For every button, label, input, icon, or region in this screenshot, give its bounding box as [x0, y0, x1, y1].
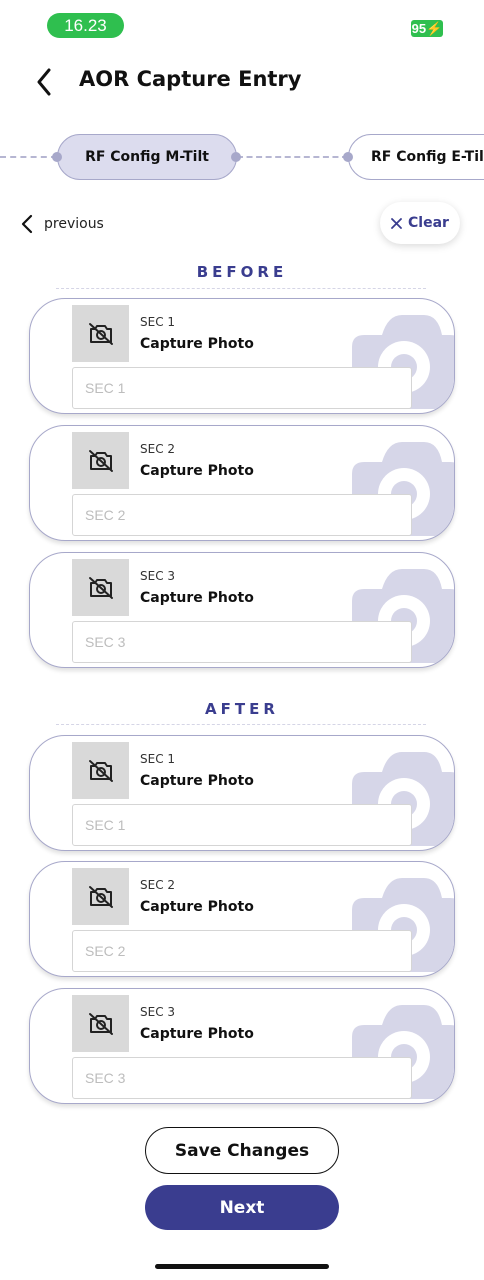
photo-thumbnail[interactable] — [72, 742, 129, 799]
capture-photo-label[interactable]: Capture Photo — [140, 336, 254, 352]
sector-input[interactable] — [72, 621, 412, 663]
sector-label: SEC 1 — [140, 752, 176, 766]
sector-label: SEC 2 — [140, 878, 176, 892]
sector-label: SEC 2 — [140, 442, 176, 456]
back-button[interactable] — [30, 66, 58, 98]
sector-input[interactable] — [72, 1057, 412, 1099]
step-dot — [52, 152, 62, 162]
status-time: 16.23 — [47, 13, 124, 38]
capture-photo-label[interactable]: Capture Photo — [140, 773, 254, 789]
photo-thumbnail[interactable] — [72, 305, 129, 362]
photo-card: SEC 2 Capture Photo — [29, 861, 455, 977]
battery-indicator: 95⚡ — [411, 20, 443, 37]
step-next[interactable]: RF Config E-Tilt — [348, 134, 484, 180]
next-button[interactable]: Next — [145, 1185, 339, 1230]
no-photo-icon — [88, 322, 113, 345]
chevron-left-icon — [21, 214, 33, 234]
photo-card: SEC 1 Capture Photo — [29, 298, 455, 414]
sector-label: SEC 1 — [140, 315, 176, 329]
stepper-connector — [237, 156, 348, 158]
close-icon — [391, 217, 402, 229]
sector-input[interactable] — [72, 804, 412, 846]
section-title-after: AFTER — [205, 700, 279, 718]
photo-card: SEC 2 Capture Photo — [29, 425, 455, 541]
no-photo-icon — [88, 1012, 113, 1035]
capture-photo-label[interactable]: Capture Photo — [140, 590, 254, 606]
section-divider — [56, 288, 426, 289]
stepper-connector — [0, 156, 57, 158]
home-indicator — [155, 1264, 329, 1269]
previous-label: previous — [44, 216, 104, 232]
photo-card: SEC 1 Capture Photo — [29, 735, 455, 851]
step-dot — [343, 152, 353, 162]
photo-card: SEC 3 Capture Photo — [29, 552, 455, 668]
step-dot — [231, 152, 241, 162]
chevron-left-icon — [37, 68, 51, 96]
no-photo-icon — [88, 885, 113, 908]
sector-label: SEC 3 — [140, 569, 176, 583]
page-title: AOR Capture Entry — [79, 67, 302, 91]
previous-button[interactable]: previous — [20, 210, 104, 238]
no-photo-icon — [88, 449, 113, 472]
clear-label: Clear — [408, 215, 449, 231]
photo-thumbnail[interactable] — [72, 995, 129, 1052]
clear-button[interactable]: Clear — [380, 202, 460, 244]
capture-photo-label[interactable]: Capture Photo — [140, 463, 254, 479]
sector-input[interactable] — [72, 367, 412, 409]
photo-card: SEC 3 Capture Photo — [29, 988, 455, 1104]
section-title-before: BEFORE — [196, 263, 288, 281]
photo-thumbnail[interactable] — [72, 559, 129, 616]
sector-input[interactable] — [72, 494, 412, 536]
photo-thumbnail[interactable] — [72, 868, 129, 925]
step-active[interactable]: RF Config M-Tilt — [57, 134, 237, 180]
photo-thumbnail[interactable] — [72, 432, 129, 489]
section-divider — [56, 724, 426, 725]
no-photo-icon — [88, 759, 113, 782]
capture-photo-label[interactable]: Capture Photo — [140, 899, 254, 915]
no-photo-icon — [88, 576, 113, 599]
sector-input[interactable] — [72, 930, 412, 972]
sector-label: SEC 3 — [140, 1005, 176, 1019]
save-changes-button[interactable]: Save Changes — [145, 1127, 339, 1174]
capture-photo-label[interactable]: Capture Photo — [140, 1026, 254, 1042]
